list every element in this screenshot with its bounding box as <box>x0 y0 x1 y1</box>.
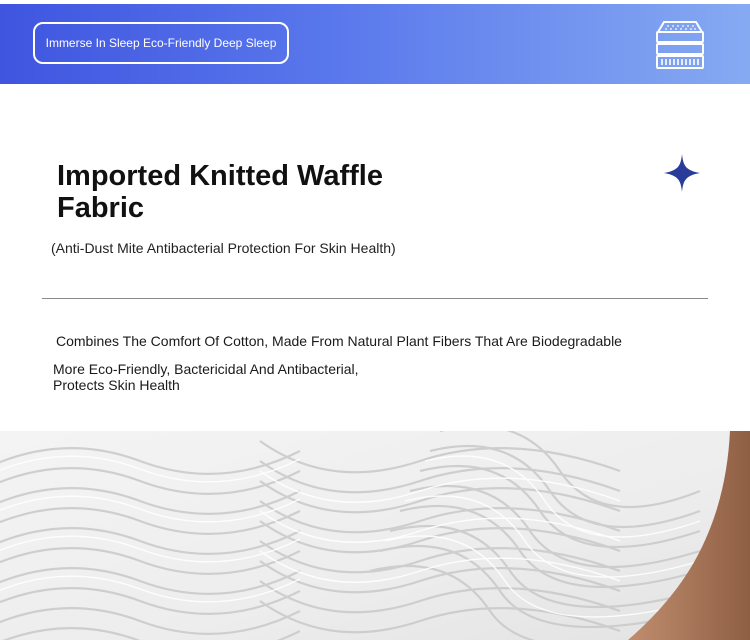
feature-subtitle: (Anti-Dust Mite Antibacterial Protection… <box>51 240 396 256</box>
section-divider <box>42 298 708 299</box>
sparkle-star-icon <box>664 154 700 192</box>
header-banner: Immerse In Sleep Eco-Friendly Deep Sleep <box>0 4 750 84</box>
description-line-1: Combines The Comfort Of Cotton, Made Fro… <box>56 333 622 349</box>
mattress-icon <box>656 21 704 69</box>
tagline-badge: Immerse In Sleep Eco-Friendly Deep Sleep <box>33 22 289 64</box>
feature-title: Imported Knitted Waffle Fabric <box>57 160 383 224</box>
description-line-2: More Eco-Friendly, Bactericidal And Anti… <box>53 361 359 393</box>
fabric-texture-photo <box>0 431 750 640</box>
